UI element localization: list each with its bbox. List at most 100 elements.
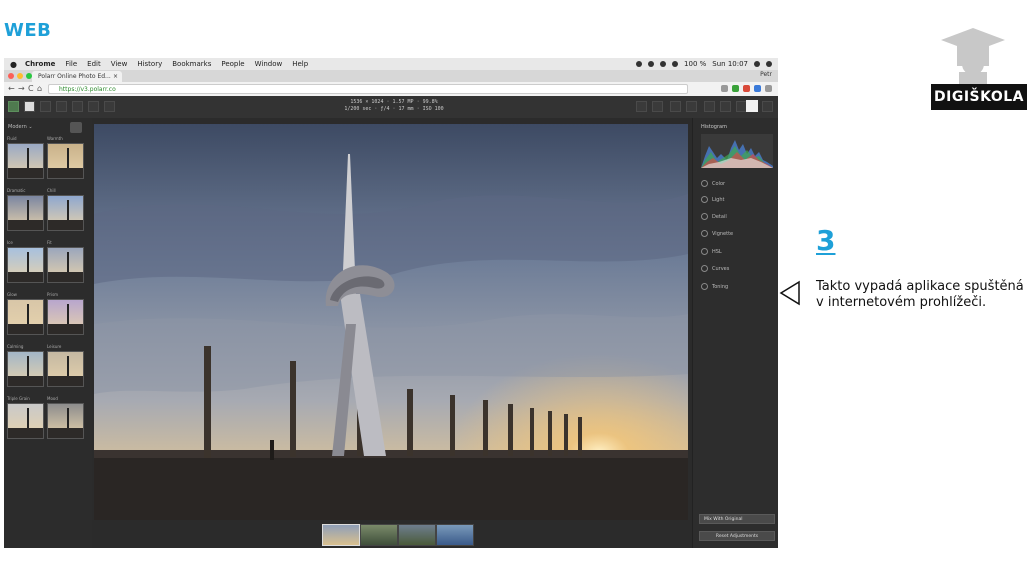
apple-icon[interactable]: ● — [10, 60, 17, 69]
extension-icon[interactable] — [754, 85, 761, 92]
mix-with-original-button[interactable]: Mix With Original — [699, 514, 775, 524]
menu-window[interactable]: Window — [255, 60, 283, 68]
menu-view[interactable]: View — [111, 60, 128, 68]
preset-thumbnail[interactable] — [47, 247, 84, 283]
adjustment-light[interactable]: Light — [701, 196, 724, 203]
curves-icon — [701, 265, 708, 272]
preset-thumbnail[interactable] — [47, 143, 84, 179]
wifi-icon[interactable] — [660, 61, 667, 67]
preset-label: Calming — [7, 344, 24, 349]
histogram — [701, 134, 773, 168]
reload-button[interactable]: C — [28, 84, 34, 93]
histogram-graph — [701, 140, 773, 168]
main-photo[interactable] — [94, 124, 688, 520]
history-icon[interactable] — [40, 101, 51, 112]
extension-icon[interactable] — [732, 85, 739, 92]
preset-label: Dramatic — [7, 188, 26, 193]
crop-icon[interactable] — [652, 101, 663, 112]
preset-settings-icon[interactable] — [70, 122, 82, 133]
extension-icons — [721, 85, 772, 92]
filmstrip-thumb-active[interactable] — [322, 524, 360, 546]
filmstrip-thumb[interactable] — [436, 524, 474, 546]
filmstrip-thumb[interactable] — [398, 524, 436, 546]
menu-chrome[interactable]: Chrome — [25, 60, 55, 68]
redo-icon[interactable] — [104, 101, 115, 112]
save-icon[interactable] — [72, 101, 83, 112]
forward-button[interactable]: → — [18, 84, 25, 93]
adjustment-curves[interactable]: Curves — [701, 265, 729, 272]
filmstrip-thumb[interactable] — [360, 524, 398, 546]
preset-label: Ice — [7, 240, 13, 245]
image-info-exif: 1/200 sec · ƒ/4 · 17 mm · ISO 100 — [344, 106, 444, 112]
preset-thumbnail[interactable] — [7, 143, 44, 179]
layout-icon[interactable] — [704, 101, 715, 112]
tab-close-icon[interactable]: × — [113, 71, 118, 82]
compare-icon[interactable] — [56, 101, 67, 112]
minimize-window-icon[interactable] — [17, 73, 23, 79]
adjustment-color[interactable]: Color — [701, 180, 725, 187]
preset-thumbnail[interactable] — [47, 351, 84, 387]
adjustment-label: Vignette — [712, 231, 734, 237]
preset-thumbnail[interactable] — [7, 195, 44, 231]
address-bar: ← → C ⌂ https://v3.polarr.co — [4, 82, 778, 97]
menu-list-icon[interactable] — [766, 61, 772, 67]
panel-toggle-icon[interactable] — [8, 101, 19, 112]
home-button[interactable]: ⌂ — [37, 84, 42, 93]
chrome-menu-icon[interactable] — [765, 85, 772, 92]
menu-help[interactable]: Help — [292, 60, 308, 68]
fullscreen-icon[interactable] — [686, 101, 697, 112]
adjustment-toning[interactable]: Toning — [701, 283, 728, 290]
digiskola-badge: DIGIŠKOLA — [931, 24, 1027, 112]
preset-category-select[interactable]: Modern ⌄ — [8, 124, 33, 130]
dropbox-icon[interactable] — [636, 61, 643, 67]
preset-panel: Modern ⌄ Fluid Warmth Dramatic Chill Ice Fit G… — [4, 118, 92, 548]
badge-label: DIGIŠKOLA — [931, 84, 1027, 110]
grid-icon[interactable] — [670, 101, 681, 112]
preset-label: Fit — [47, 240, 52, 245]
light-icon — [701, 196, 708, 203]
more-icon[interactable] — [762, 101, 773, 112]
adjustment-vignette[interactable]: Vignette — [701, 230, 733, 237]
preset-thumbnail[interactable] — [47, 195, 84, 231]
split-icon[interactable] — [720, 101, 731, 112]
preset-thumbnail[interactable] — [7, 247, 44, 283]
bookmark-star-icon[interactable] — [721, 85, 728, 92]
preset-label: Glow — [7, 292, 17, 297]
menu-bookmarks[interactable]: Bookmarks — [172, 60, 211, 68]
adjustment-hsl[interactable]: HSL — [701, 248, 722, 255]
preset-thumbnail[interactable] — [7, 403, 44, 439]
zoom-icon[interactable] — [636, 101, 647, 112]
preset-thumbnail[interactable] — [47, 299, 84, 335]
tab-bar: Polarr Online Photo Ed... × Petr — [4, 70, 778, 82]
url-input[interactable]: https://v3.polarr.co — [48, 84, 688, 94]
preset-thumbnail[interactable] — [7, 299, 44, 335]
preset-thumbnail[interactable] — [7, 351, 44, 387]
section-title: WEB — [4, 20, 52, 41]
browser-tab[interactable]: Polarr Online Photo Ed... × — [32, 71, 122, 82]
menu-edit[interactable]: Edit — [87, 60, 101, 68]
back-button[interactable]: ← — [8, 84, 15, 93]
profile-name[interactable]: Petr — [760, 71, 772, 78]
window-controls — [8, 73, 32, 79]
home-icon[interactable] — [24, 101, 35, 112]
preset-label: Triple Grain — [7, 396, 30, 401]
preset-thumbnail[interactable] — [47, 403, 84, 439]
search-icon[interactable] — [754, 61, 760, 67]
undo-icon[interactable] — [88, 101, 99, 112]
pointer-arrow-icon — [779, 280, 800, 306]
sync-icon[interactable] — [648, 61, 655, 67]
close-window-icon[interactable] — [8, 73, 14, 79]
menu-people[interactable]: People — [221, 60, 244, 68]
histogram-label: Histogram — [701, 124, 727, 130]
extension-icon[interactable] — [743, 85, 750, 92]
adjust-panel-icon[interactable] — [746, 100, 758, 112]
adjustment-label: Curves — [712, 266, 730, 272]
filmstrip — [94, 520, 688, 548]
menu-file[interactable]: File — [65, 60, 77, 68]
adjustment-detail[interactable]: Detail — [701, 213, 727, 220]
menu-history[interactable]: History — [137, 60, 162, 68]
reset-adjustments-button[interactable]: Reset Adjustments — [699, 531, 775, 541]
toning-icon — [701, 283, 708, 290]
photo-image — [94, 124, 688, 520]
volume-icon[interactable] — [672, 61, 679, 67]
